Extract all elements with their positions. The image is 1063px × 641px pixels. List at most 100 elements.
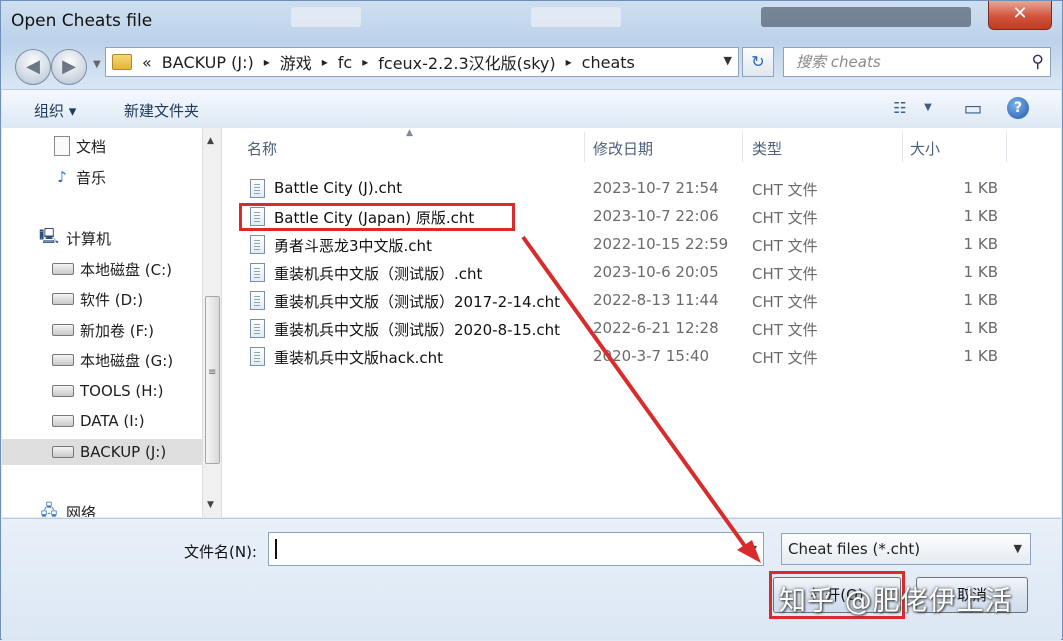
nav-item-computer[interactable]: 🖳 计算机	[2, 225, 221, 251]
back-button[interactable]: ◀	[15, 49, 51, 85]
nav-item-label: DATA (I:)	[80, 412, 145, 430]
nav-item-drive-g[interactable]: 本地磁盘 (G:)	[2, 347, 221, 373]
filename-label: 文件名(N):	[184, 543, 257, 561]
file-type: CHT 文件	[752, 321, 818, 339]
file-type: CHT 文件	[752, 209, 818, 227]
scroll-down-icon[interactable]: ▼	[207, 500, 214, 510]
nav-item-drive-c[interactable]: 本地磁盘 (C:)	[2, 256, 221, 282]
nav-item-label: 音乐	[76, 168, 107, 187]
drive-icon	[52, 385, 74, 397]
breadcrumb-separator-icon[interactable]: ▸	[264, 55, 270, 69]
nav-item-label: BACKUP (J:)	[80, 443, 167, 461]
breadcrumb-overflow[interactable]: «	[142, 53, 152, 72]
breadcrumb-separator-icon[interactable]: ▸	[322, 55, 328, 69]
file-type: CHT 文件	[752, 293, 818, 311]
nav-item-label: 计算机	[66, 229, 112, 248]
file-icon	[250, 291, 265, 310]
scroll-up-icon[interactable]: ▲	[207, 136, 214, 146]
column-divider[interactable]	[584, 132, 585, 162]
file-type-select[interactable]: Cheat files (*.cht) ▼	[781, 533, 1031, 565]
nav-item-drive-f[interactable]: 新加卷 (F:)	[2, 317, 221, 343]
nav-item-label: 软件 (D:)	[80, 290, 144, 309]
file-size: 1 KB	[963, 347, 998, 365]
nav-item-drive-i[interactable]: DATA (I:)	[2, 408, 221, 434]
file-name: 勇者斗恶龙3中文版.cht	[274, 237, 432, 255]
search-icon[interactable]: ⚲	[1032, 48, 1044, 76]
nav-item-documents[interactable]: 文档	[2, 133, 221, 159]
file-date: 2022-6-21 12:28	[593, 319, 719, 337]
new-folder-button[interactable]: 新建文件夹	[124, 100, 199, 121]
navigation-pane[interactable]: 文档 ♪ 音乐 🖳 计算机 本地磁盘 (C:) 软件 (D:) 新加卷 (F:)…	[2, 128, 222, 517]
address-dropdown-icon[interactable]: ▼	[724, 54, 732, 67]
drive-icon	[52, 354, 74, 366]
file-list[interactable]: ▲ 名称 修改日期 类型 大小 Battle City (J).cht 2023…	[222, 128, 1061, 517]
file-date: 2023-10-7 21:54	[593, 179, 719, 197]
nav-item-drive-d[interactable]: 软件 (D:)	[2, 286, 221, 312]
file-icon	[250, 319, 265, 338]
file-row[interactable]: 勇者斗恶龙3中文版.cht 2022-10-15 22:59 CHT 文件 1 …	[246, 232, 1026, 258]
file-type-value: Cheat files (*.cht)	[788, 540, 921, 558]
navpane-scrollbar[interactable]: ▲ ≡ ▼	[202, 128, 221, 517]
file-row[interactable]: 重装机兵中文版（测试版）2017-2-14.cht 2022-8-13 11:4…	[246, 288, 1026, 314]
column-header-date[interactable]: 修改日期	[593, 138, 653, 159]
nav-item-label: 本地磁盘 (C:)	[80, 260, 172, 279]
nav-item-drive-j[interactable]: BACKUP (J:)	[2, 439, 221, 465]
history-dropdown-icon[interactable]: ▼	[93, 59, 101, 70]
drive-icon	[52, 415, 74, 427]
breadcrumb-item[interactable]: fc	[338, 53, 352, 72]
breadcrumb-item[interactable]: fceux-2.2.3汉化版(sky)	[378, 50, 555, 74]
breadcrumb-item[interactable]: BACKUP (J:)	[162, 53, 254, 72]
file-icon	[250, 235, 265, 254]
view-options-icon[interactable]: ☷	[888, 96, 912, 120]
filename-input[interactable]: ▼	[268, 532, 764, 566]
watermark-text: 知乎 @肥佬伊上活	[779, 586, 1013, 617]
organize-menu-button[interactable]: 组织 ▾	[34, 100, 76, 121]
network-icon: 🖧	[40, 500, 58, 518]
blurred-background	[531, 7, 621, 27]
chevron-down-icon[interactable]: ▼	[1014, 534, 1022, 564]
file-name: 重装机兵中文版（测试版）2017-2-14.cht	[274, 293, 561, 311]
open-file-dialog: Open Cheats file ✕ ◀ ▶ ▼ « BACKUP (J:) ▸…	[0, 0, 1063, 640]
breadcrumb-item[interactable]: 游戏	[280, 50, 312, 74]
nav-item-music[interactable]: ♪ 音乐	[2, 164, 221, 190]
file-row[interactable]: 重装机兵中文版（测试版）2020-8-15.cht 2022-6-21 12:2…	[246, 316, 1026, 342]
file-date: 2022-10-15 22:59	[593, 235, 729, 253]
column-divider[interactable]	[742, 132, 743, 162]
file-date: 2020-3-7 15:40	[593, 347, 710, 365]
filename-dropdown-icon[interactable]: ▼	[749, 543, 757, 556]
file-size: 1 KB	[963, 207, 998, 225]
breadcrumb-separator-icon[interactable]: ▸	[566, 55, 572, 69]
preview-pane-icon[interactable]: ▭	[960, 96, 986, 120]
close-button[interactable]: ✕	[988, 1, 1052, 30]
column-header-name[interactable]: 名称	[247, 138, 277, 159]
file-row[interactable]: Battle City (J).cht 2023-10-7 21:54 CHT …	[246, 176, 1026, 202]
highlight-box-file	[239, 203, 515, 231]
scroll-grip-icon: ≡	[208, 367, 217, 378]
file-row[interactable]: 重装机兵中文版（测试版）.cht 2023-10-6 20:05 CHT 文件 …	[246, 260, 1026, 286]
refresh-button[interactable]: ↻	[742, 47, 774, 77]
file-row[interactable]: 重装机兵中文版hack.cht 2020-3-7 15:40 CHT 文件 1 …	[246, 344, 1026, 370]
search-input[interactable]: 搜索 cheats ⚲	[783, 47, 1051, 77]
music-icon: ♪	[57, 168, 67, 186]
column-header-type[interactable]: 类型	[752, 138, 782, 159]
breadcrumb-separator-icon[interactable]: ▸	[362, 55, 368, 69]
nav-item-network[interactable]: 🖧 网络	[2, 499, 221, 518]
forward-button[interactable]: ▶	[51, 49, 87, 85]
address-bar[interactable]: « BACKUP (J:) ▸ 游戏 ▸ fc ▸ fceux-2.2.3汉化版…	[105, 47, 739, 77]
column-divider[interactable]	[902, 132, 903, 162]
file-size: 1 KB	[963, 179, 998, 197]
blurred-background	[291, 7, 361, 27]
column-divider[interactable]	[1006, 132, 1007, 162]
file-type: CHT 文件	[752, 181, 818, 199]
help-icon[interactable]: ?	[1007, 97, 1029, 119]
breadcrumb-item[interactable]: cheats	[582, 53, 635, 72]
nav-item-drive-h[interactable]: TOOLS (H:)	[2, 378, 221, 404]
scrollbar-thumb[interactable]: ≡	[205, 296, 220, 464]
column-header-size[interactable]: 大小	[910, 138, 940, 159]
file-name: 重装机兵中文版（测试版）2020-8-15.cht	[274, 321, 561, 339]
title-bar: Open Cheats file ✕	[1, 1, 1062, 41]
drive-icon	[52, 263, 74, 275]
document-icon	[54, 136, 70, 156]
nav-item-label: 网络	[66, 503, 97, 518]
view-dropdown-icon[interactable]: ▼	[920, 96, 936, 120]
